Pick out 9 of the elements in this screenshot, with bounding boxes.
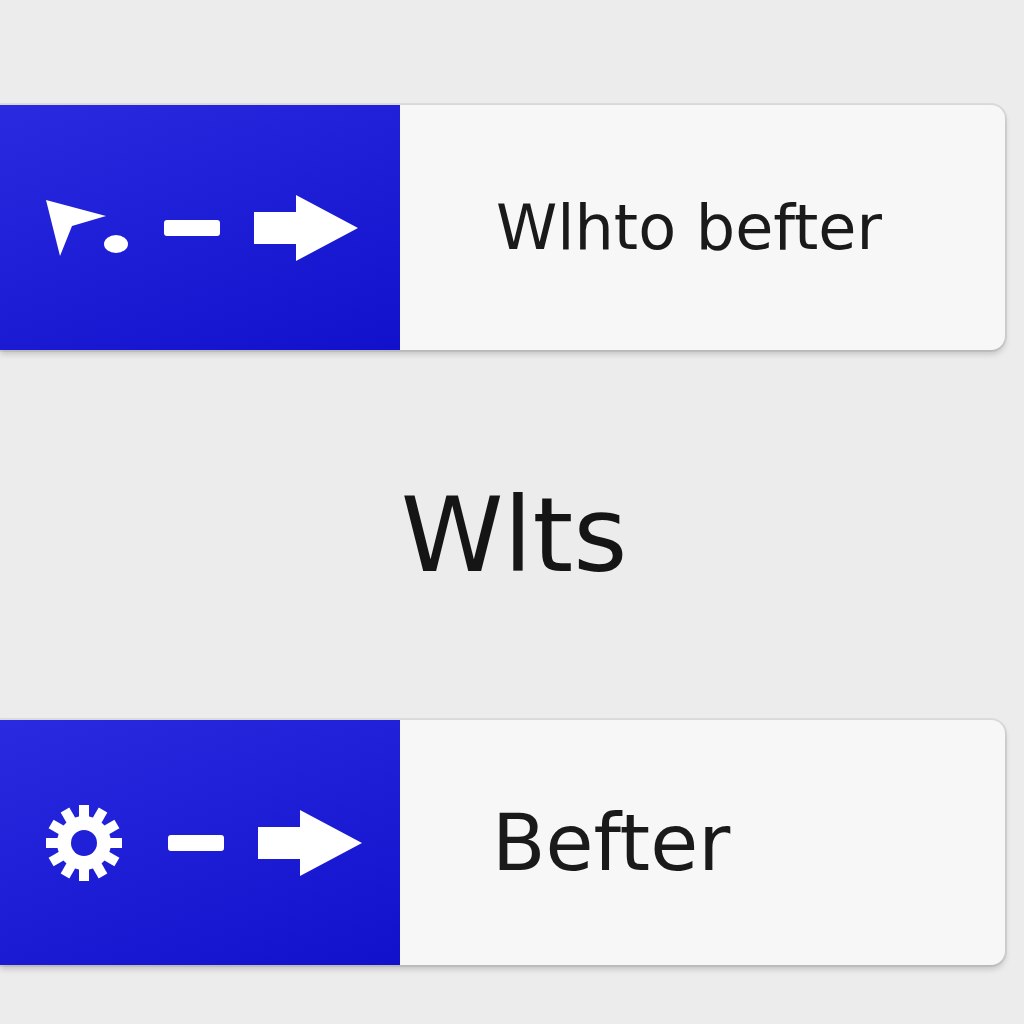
dash-icon: [168, 834, 224, 851]
action-button[interactable]: Wlhto befter: [0, 105, 1005, 350]
dash-icon: [164, 219, 220, 236]
action-button[interactable]: Befter: [0, 720, 1005, 965]
arrow-icon: [254, 194, 358, 261]
gear-icon: [46, 804, 122, 881]
arrow-icon: [258, 809, 362, 876]
heading: Wlts: [400, 474, 628, 596]
pointer-icon: [46, 197, 130, 258]
